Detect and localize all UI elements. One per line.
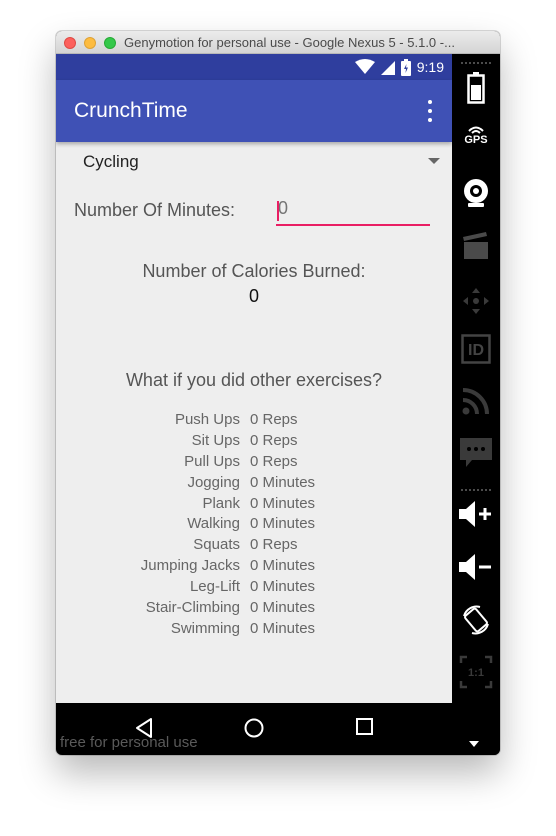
exercise-row: Push Ups 0 Reps xyxy=(56,411,452,432)
remote-control-icon xyxy=(463,288,489,314)
network-widget[interactable] xyxy=(452,386,500,416)
watermark-text: free for personal use xyxy=(60,734,198,751)
exercise-name: Leg-Lift xyxy=(189,578,240,596)
emulator-window: Genymotion for personal use - Google Nex… xyxy=(56,31,500,755)
exercise-row: Swimming 0 Minutes xyxy=(56,620,452,641)
volume-up-icon xyxy=(459,501,491,527)
identifiers-icon: ID xyxy=(461,334,491,364)
pixel-perfect-label: 1:1 xyxy=(468,667,484,679)
exercise-value: 0 Reps xyxy=(250,411,298,428)
genymotion-sidebar: GPS ID 1:1 xyxy=(452,54,500,755)
rotate-button[interactable] xyxy=(452,604,500,636)
cell-signal-icon xyxy=(380,61,395,75)
calories-label: Number of Calories Burned: xyxy=(142,261,366,281)
window-title: Genymotion for personal use - Google Nex… xyxy=(124,35,455,50)
pixel-perfect-button[interactable]: 1:1 xyxy=(452,655,500,689)
sms-icon xyxy=(460,438,492,467)
exercise-name: Sit Ups xyxy=(191,431,240,449)
exercise-name: Pull Ups xyxy=(184,452,240,470)
exercise-value: 0 Minutes xyxy=(250,515,316,533)
gps-widget[interactable]: GPS xyxy=(452,124,500,146)
exercise-row: Squats 0 Reps xyxy=(56,536,452,557)
gps-icon: GPS xyxy=(464,124,488,146)
status-time: 9:19 xyxy=(416,59,444,75)
exercise-name: Push Ups xyxy=(174,411,240,428)
identifiers-label: ID xyxy=(468,342,484,359)
video-capture-widget[interactable] xyxy=(452,232,500,260)
phone-screen: 9:19 CrunchTime Cycling Number Of Minute… xyxy=(56,54,452,755)
exercise-value: 0 Minutes xyxy=(250,473,316,491)
overflow-menu-button[interactable] xyxy=(422,100,438,122)
wifi-icon xyxy=(354,59,375,74)
exercise-spinner-value: Cycling xyxy=(83,152,139,171)
exercise-row: Stair-Climbing 0 Minutes xyxy=(56,599,452,620)
exercise-row: Sit Ups 0 Reps xyxy=(56,432,452,453)
pixel-perfect-icon: 1:1 xyxy=(459,655,493,689)
exercise-row: Walking 0 Minutes xyxy=(56,515,452,536)
separator-dots xyxy=(460,489,492,491)
exercise-value: 0 Minutes xyxy=(250,619,316,637)
window-close-button[interactable] xyxy=(64,37,76,49)
app-title: CrunchTime xyxy=(74,99,188,122)
volume-down-button[interactable] xyxy=(452,554,500,580)
webcam-icon xyxy=(464,179,488,207)
exercise-name: Squats xyxy=(193,536,240,554)
exercise-value: 0 Minutes xyxy=(250,557,316,575)
exercise-name: Stair-Climbing xyxy=(145,599,240,617)
exercise-spinner[interactable]: Cycling xyxy=(70,144,440,180)
minutes-label: Number Of Minutes: xyxy=(74,200,236,220)
minutes-input[interactable] xyxy=(276,194,430,226)
exercise-row: Leg-Lift 0 Minutes xyxy=(56,578,452,599)
text-cursor xyxy=(277,201,279,221)
exercise-equivalents-table: Push Ups 0 Reps Sit Ups 0 Reps Pull Ups … xyxy=(56,411,452,641)
exercise-name: Swimming xyxy=(170,619,240,637)
window-maximize-button[interactable] xyxy=(104,37,116,49)
dropdown-arrow-icon xyxy=(428,158,440,164)
window-titlebar: Genymotion for personal use - Google Nex… xyxy=(56,31,500,54)
exercise-name: Walking xyxy=(187,515,240,533)
battery-status-icon xyxy=(400,58,411,76)
exercise-row: Plank 0 Minutes xyxy=(56,495,452,516)
what-if-heading: What if you did other exercises? xyxy=(125,370,383,390)
calories-value: 0 xyxy=(248,286,259,306)
video-capture-icon xyxy=(463,232,488,259)
overflow-dot xyxy=(428,118,432,122)
recents-icon[interactable] xyxy=(355,717,375,737)
window-minimize-button[interactable] xyxy=(84,37,96,49)
sms-widget[interactable] xyxy=(452,438,500,468)
exercise-name: Plank xyxy=(202,494,240,512)
exercise-value: 0 Reps xyxy=(250,536,298,554)
exercise-value: 0 Reps xyxy=(250,431,298,449)
expand-sidebar-icon[interactable] xyxy=(469,741,479,747)
volume-up-button[interactable] xyxy=(452,501,500,527)
rotate-icon xyxy=(463,605,489,635)
volume-down-icon xyxy=(459,554,491,580)
battery-icon xyxy=(467,72,485,104)
remote-control-widget[interactable] xyxy=(452,286,500,316)
overflow-dot xyxy=(428,109,432,113)
battery-widget[interactable] xyxy=(452,72,500,104)
separator-dots xyxy=(460,62,492,64)
overflow-dot xyxy=(428,100,432,104)
exercise-value: 0 Minutes xyxy=(250,494,316,512)
exercise-value: 0 Minutes xyxy=(250,599,316,617)
exercise-value: 0 Minutes xyxy=(250,578,316,596)
identifiers-widget[interactable]: ID xyxy=(452,334,500,364)
status-bar: 9:19 xyxy=(56,54,452,80)
home-icon[interactable] xyxy=(243,717,265,739)
gps-label: GPS xyxy=(464,134,488,146)
exercise-value: 0 Reps xyxy=(250,452,298,470)
exercise-row: Pull Ups 0 Reps xyxy=(56,453,452,474)
exercise-row: Jumping Jacks 0 Minutes xyxy=(56,557,452,578)
exercise-name: Jogging xyxy=(187,473,240,491)
exercise-row: Jogging 0 Minutes xyxy=(56,474,452,495)
exercise-name: Jumping Jacks xyxy=(140,557,240,575)
rss-icon xyxy=(462,388,489,415)
webcam-widget[interactable] xyxy=(452,178,500,208)
app-bar: CrunchTime xyxy=(56,80,452,142)
